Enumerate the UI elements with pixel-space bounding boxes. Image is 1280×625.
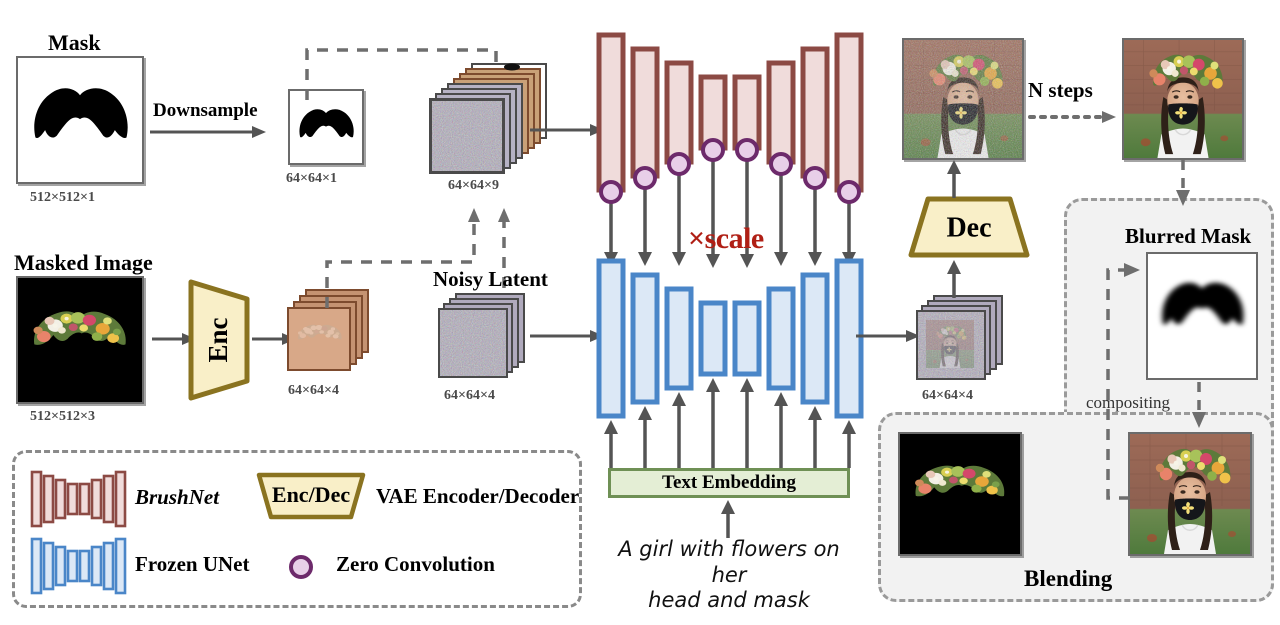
downsample-label: Downsample (153, 100, 258, 121)
vae-encoder-label: Enc (203, 317, 233, 362)
prompt-arrow (721, 500, 735, 538)
mask-image (16, 56, 144, 184)
legend-vae-swatch: Enc/Dec (256, 472, 366, 520)
n-steps-arrow (1028, 111, 1116, 123)
brushnet-input-stack (429, 63, 547, 174)
masked-image-title: Masked Image (14, 250, 153, 275)
masked-image-source-dim: 512×512×3 (30, 409, 95, 424)
encoded-latent-dim: 64×64×4 (288, 383, 339, 398)
scale-label: ×scale (688, 222, 764, 255)
blurred-mask-label: Blurred Mask (1125, 224, 1252, 248)
prompt-text: A girl with flowers on her head and mask (598, 537, 860, 614)
n-steps-label: N steps (1028, 78, 1093, 102)
mask-title: Mask (48, 30, 101, 55)
legend-brushnet-swatch (30, 470, 127, 528)
text-embedding-label: Text Embedding (662, 472, 796, 493)
vae-encoder-shape: Enc (188, 279, 250, 401)
legend-frozen-unet-label: Frozen UNet (135, 552, 250, 576)
prompt-line-1: A girl with flowers on her (618, 537, 840, 587)
compositing-arrow (1192, 382, 1206, 428)
legend-zero-conv-swatch (289, 555, 313, 579)
final-to-mask-dashed (1176, 160, 1190, 206)
downsample-arrow (150, 126, 266, 138)
output-latent-dim: 64×64×4 (922, 388, 973, 403)
mask-source-dim: 512×512×1 (30, 190, 95, 205)
vae-decoder-label: Dec (946, 212, 991, 243)
unet-input-arrow (530, 330, 604, 342)
downsampled-mask-dim: 64×64×1 (286, 171, 337, 186)
noisy-latent-stack (438, 293, 525, 378)
diagram-canvas: Mask 512×512×1 Downsample 64×64×1 Masked… (0, 0, 1280, 625)
brushnet-input-dim: 64×64×9 (448, 178, 499, 193)
dec-output-arrow (947, 160, 961, 198)
prompt-line-2: head and mask (648, 588, 810, 613)
noisy-latent-title: Noisy Latent (433, 267, 548, 291)
legend-brushnet-label: BrushNet (135, 485, 220, 509)
unet-output-arrow (856, 330, 920, 342)
text-embed-arrows (604, 378, 856, 468)
noisy-latent-dim: 64×64×4 (444, 388, 495, 403)
brushnet-input-arrow (530, 124, 604, 136)
blurred-mask-image (1146, 252, 1258, 380)
legend-vae-label: VAE Encoder/Decoder (376, 484, 580, 508)
legend-unet-swatch (30, 537, 127, 595)
blending-masked-image (898, 432, 1022, 556)
vae-decoder-shape: Dec (908, 196, 1030, 258)
blending-routing-dashed (1106, 263, 1140, 500)
text-embedding-box: Text Embedding (608, 468, 850, 498)
legend-zero-conv-label: Zero Convolution (336, 552, 495, 576)
legend-vae-swatch-text: Enc/Dec (272, 482, 350, 507)
output-latent-stack (916, 295, 1003, 380)
blending-group-label: Blending (1024, 566, 1113, 591)
noisy-result-image (902, 38, 1024, 160)
dec-input-arrow (947, 260, 961, 298)
masked-image (16, 276, 144, 404)
final-result-image (1122, 38, 1244, 160)
